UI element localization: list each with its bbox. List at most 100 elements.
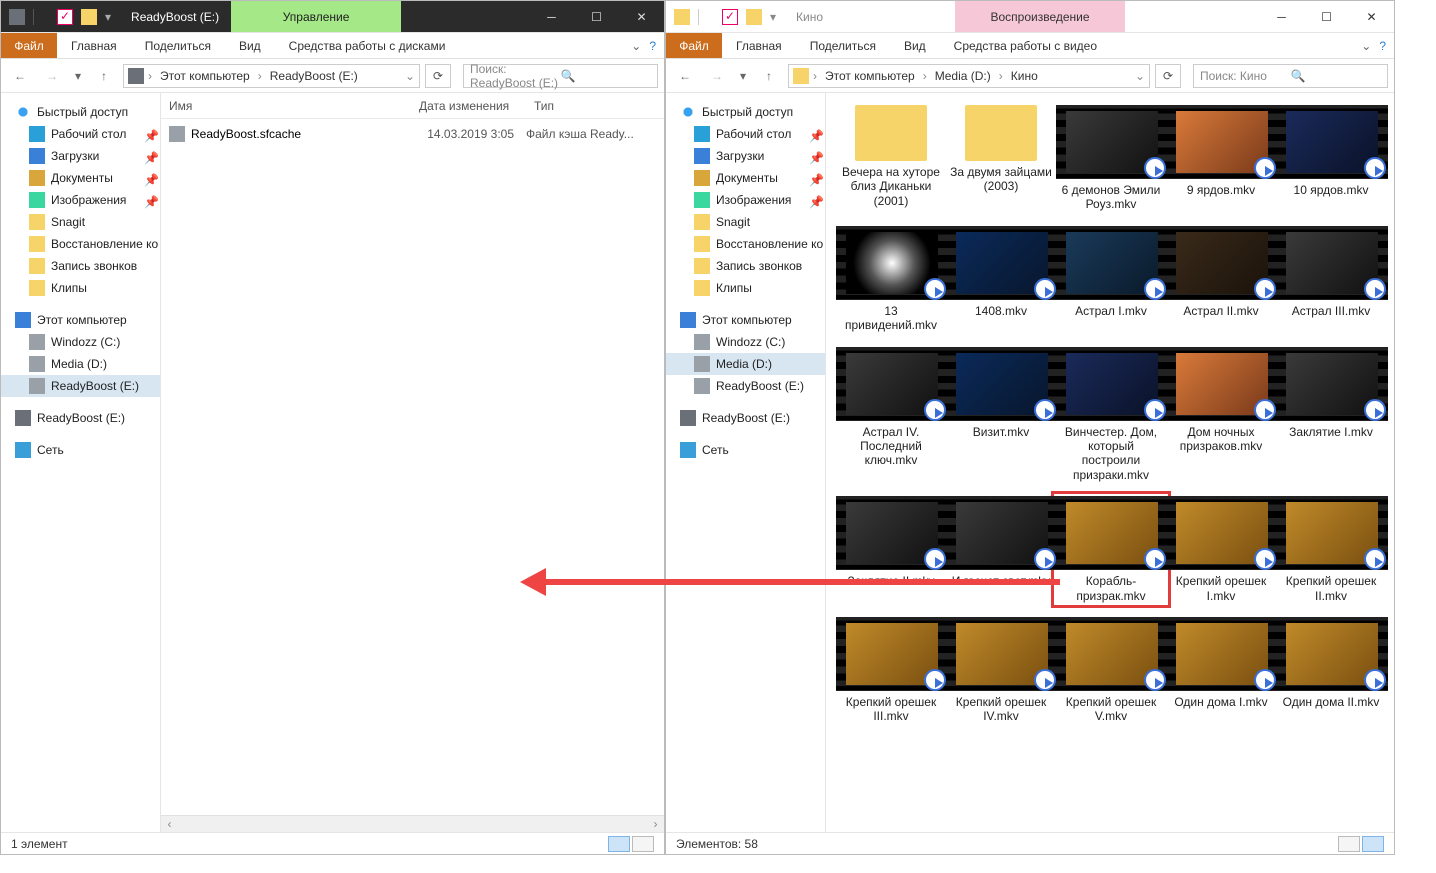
grid-item[interactable]: Один дома II.mkv: [1276, 617, 1386, 724]
nav-item[interactable]: Документы📌: [666, 167, 825, 189]
nav-item[interactable]: Рабочий стол📌: [1, 123, 160, 145]
nav-item[interactable]: Windozz (C:): [1, 331, 160, 353]
grid-item[interactable]: Винчестер. Дом, который построили призра…: [1056, 347, 1166, 483]
grid-item[interactable]: Вечера на хуторе близ Диканьки (2001): [836, 105, 946, 212]
nav-item[interactable]: Клипы: [666, 277, 825, 299]
scroll-right-icon[interactable]: ›: [647, 816, 664, 832]
nav-item[interactable]: Snagit: [666, 211, 825, 233]
nav-item[interactable]: Восстановление ко: [666, 233, 825, 255]
tab-view[interactable]: Вид: [890, 33, 940, 58]
crumb-thispc[interactable]: Этот компьютер: [156, 69, 254, 83]
grid-item[interactable]: Заклятие I.mkv: [1276, 347, 1386, 483]
maximize-button[interactable]: ☐: [1304, 1, 1349, 32]
grid-item[interactable]: Крепкий орешек II.mkv: [1276, 496, 1386, 603]
view-details-button[interactable]: [608, 836, 630, 852]
addr-dropdown-icon[interactable]: ⌄: [405, 69, 415, 83]
crumb-sep[interactable]: ›: [813, 69, 817, 83]
file-menu[interactable]: Файл: [1, 33, 57, 58]
grid-item[interactable]: 9 ярдов.mkv: [1166, 105, 1276, 212]
up-button[interactable]: ↑: [756, 63, 782, 89]
ribbon-expand-icon[interactable]: ⌄: [631, 39, 641, 53]
nav-item[interactable]: Media (D:): [666, 353, 825, 375]
grid-item[interactable]: Заклятие II.mkv: [836, 496, 946, 603]
grid-item[interactable]: Дом ночных призраков.mkv: [1166, 347, 1276, 483]
nav-item[interactable]: Клипы: [1, 277, 160, 299]
nav-item[interactable]: ReadyBoost (E:): [666, 375, 825, 397]
grid-item[interactable]: 1408.mkv: [946, 226, 1056, 333]
up-button[interactable]: ↑: [91, 63, 117, 89]
content-pane[interactable]: Имя Дата изменения Тип ReadyBoost.sfcach…: [161, 93, 664, 832]
crumb-drive[interactable]: ReadyBoost (E:): [266, 69, 362, 83]
nav-item[interactable]: Этот компьютер: [1, 309, 160, 331]
view-details-button[interactable]: [1338, 836, 1360, 852]
folder-icon[interactable]: [81, 9, 97, 25]
grid-item[interactable]: Визит.mkv: [946, 347, 1056, 483]
grid-item[interactable]: Крепкий орешек V.mkv: [1056, 617, 1166, 724]
grid-item[interactable]: Астрал III.mkv: [1276, 226, 1386, 333]
tab-context[interactable]: Средства работы с дисками: [275, 33, 460, 58]
titlebar[interactable]: ✓ ▾ ReadyBoost (E:) Управление ─ ☐ ✕: [1, 1, 664, 33]
view-icons-button[interactable]: [1362, 836, 1384, 852]
nav-item[interactable]: Рабочий стол📌: [666, 123, 825, 145]
grid-item[interactable]: За двумя зайцами (2003): [946, 105, 1056, 212]
nav-item[interactable]: Загрузки📌: [666, 145, 825, 167]
grid-item[interactable]: 10 ярдов.mkv: [1276, 105, 1386, 212]
minimize-button[interactable]: ─: [529, 1, 574, 32]
breadcrumb-bar[interactable]: › Этот компьютер › Media (D:) › Кино ⌄: [788, 64, 1150, 88]
forward-button[interactable]: →: [39, 63, 65, 89]
col-date[interactable]: Дата изменения: [411, 99, 526, 113]
nav-item[interactable]: Изображения📌: [666, 189, 825, 211]
col-type[interactable]: Тип: [526, 99, 664, 113]
nav-item[interactable]: Сеть: [666, 439, 825, 461]
ribbon-expand-icon[interactable]: ⌄: [1361, 39, 1371, 53]
nav-item[interactable]: ReadyBoost (E:): [1, 407, 160, 429]
nav-item[interactable]: ReadyBoost (E:): [1, 375, 160, 397]
nav-item[interactable]: Snagit: [1, 211, 160, 233]
search-box[interactable]: Поиск: Кино 🔍: [1193, 64, 1388, 88]
search-icon[interactable]: 🔍: [1291, 69, 1382, 83]
nav-item[interactable]: Запись звонков: [1, 255, 160, 277]
breadcrumb-bar[interactable]: › Этот компьютер › ReadyBoost (E:) ⌄: [123, 64, 420, 88]
tab-home[interactable]: Главная: [722, 33, 796, 58]
crumb-sep[interactable]: ›: [258, 69, 262, 83]
refresh-button[interactable]: ⟳: [425, 64, 451, 88]
crumb-sep[interactable]: ›: [999, 69, 1003, 83]
qat-dropdown[interactable]: ▾: [105, 10, 111, 24]
nav-item[interactable]: Быстрый доступ: [666, 101, 825, 123]
nav-item[interactable]: Запись звонков: [666, 255, 825, 277]
nav-item[interactable]: Media (D:): [1, 353, 160, 375]
context-tab[interactable]: Управление: [231, 1, 401, 32]
grid-item[interactable]: Астрал II.mkv: [1166, 226, 1276, 333]
icon-grid[interactable]: Вечера на хуторе близ Диканьки (2001)За …: [826, 93, 1394, 832]
nav-item[interactable]: Документы📌: [1, 167, 160, 189]
nav-item[interactable]: ReadyBoost (E:): [666, 407, 825, 429]
refresh-button[interactable]: ⟳: [1155, 64, 1181, 88]
checkbox-icon[interactable]: ✓: [722, 9, 738, 25]
checkbox-icon[interactable]: ✓: [57, 9, 73, 25]
titlebar[interactable]: ✓ ▾ Кино Воспроизведение ─ ☐ ✕: [666, 1, 1394, 33]
qat-dropdown[interactable]: ▾: [770, 10, 776, 24]
scroll-left-icon[interactable]: ‹: [161, 816, 178, 832]
file-menu[interactable]: Файл: [666, 33, 722, 58]
recent-button[interactable]: ▾: [736, 63, 750, 89]
grid-item[interactable]: Корабль-призрак.mkv: [1056, 496, 1166, 603]
h-scrollbar[interactable]: ‹ ›: [161, 815, 664, 832]
crumb-media[interactable]: Media (D:): [931, 69, 995, 83]
nav-item[interactable]: Изображения📌: [1, 189, 160, 211]
file-row[interactable]: ReadyBoost.sfcache 14.03.2019 3:05 Файл …: [161, 123, 664, 145]
grid-item[interactable]: Крепкий орешек III.mkv: [836, 617, 946, 724]
back-button[interactable]: ←: [7, 63, 33, 89]
close-button[interactable]: ✕: [619, 1, 664, 32]
nav-item[interactable]: Быстрый доступ: [1, 101, 160, 123]
view-icons-button[interactable]: [632, 836, 654, 852]
crumb-kino[interactable]: Кино: [1007, 69, 1042, 83]
help-icon[interactable]: ?: [649, 39, 656, 53]
back-button[interactable]: ←: [672, 63, 698, 89]
nav-item[interactable]: Этот компьютер: [666, 309, 825, 331]
folder-icon[interactable]: [746, 9, 762, 25]
minimize-button[interactable]: ─: [1259, 1, 1304, 32]
context-tab[interactable]: Воспроизведение: [955, 1, 1125, 32]
nav-item[interactable]: Восстановление ко: [1, 233, 160, 255]
tab-home[interactable]: Главная: [57, 33, 131, 58]
grid-item[interactable]: Крепкий орешек I.mkv: [1166, 496, 1276, 603]
